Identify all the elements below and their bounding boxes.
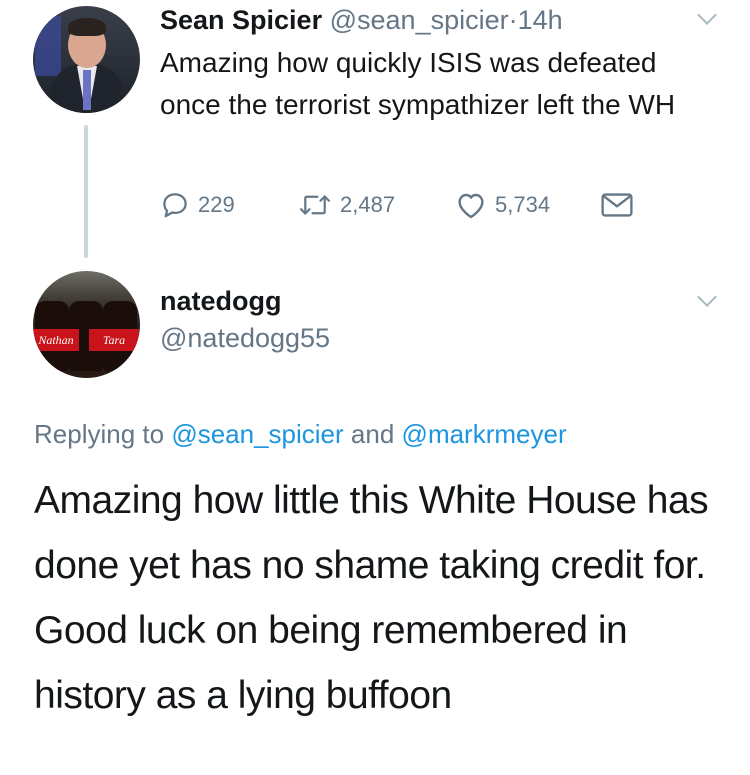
mention-link[interactable]: @markrmeyer [402, 419, 567, 449]
tweet-timestamp[interactable]: 14h [518, 5, 563, 35]
tweet-text: Amazing how quickly ISIS was defeated on… [160, 47, 676, 120]
thread-line [84, 125, 88, 258]
chevron-down-icon[interactable] [697, 5, 717, 25]
tweet-text: Amazing how little this White House has … [34, 479, 709, 717]
like-button[interactable]: 5,734 [455, 188, 550, 222]
tweet-header: Sean Spicier @sean_spicier·14h [160, 3, 563, 37]
separator-dot: · [508, 5, 518, 35]
reply-icon [160, 190, 190, 220]
avatar-hair [68, 18, 106, 36]
reply-tweet[interactable]: Nathan Tara natedogg @natedogg55 Replyin… [0, 262, 750, 775]
avatar[interactable] [33, 6, 140, 113]
retweet-icon [298, 190, 332, 220]
original-tweet[interactable]: Sean Spicier @sean_spicier·14h Amazing h… [0, 0, 750, 270]
avatar[interactable]: Nathan Tara [33, 271, 140, 378]
avatar-tie [83, 70, 91, 110]
replying-to: Replying to @sean_spicier and @markrmeye… [34, 417, 567, 451]
like-count: 5,734 [495, 192, 551, 217]
retweet-count: 2,487 [340, 192, 396, 217]
author-handle[interactable]: @natedogg55 [160, 321, 330, 355]
tweet-actions: 229 2,487 5,734 [160, 188, 660, 222]
replying-prefix: Replying to [34, 419, 165, 449]
chevron-down-icon[interactable] [697, 287, 717, 307]
reply-button[interactable]: 229 [160, 188, 235, 222]
replying-and: and [350, 419, 395, 449]
mention-link[interactable]: @sean_spicier [171, 419, 343, 449]
avatar-flag [35, 16, 61, 76]
avatar-label: Tara [89, 329, 139, 351]
reply-count: 229 [198, 192, 235, 217]
author-name[interactable]: Sean Spicier [160, 5, 322, 35]
envelope-icon [600, 191, 634, 219]
avatar-label: Nathan [33, 329, 79, 351]
heart-icon [455, 190, 487, 220]
direct-message-button[interactable] [600, 188, 634, 222]
retweet-button[interactable]: 2,487 [298, 188, 395, 222]
author-handle[interactable]: @sean_spicier [330, 5, 509, 35]
author-name[interactable]: natedogg [160, 284, 282, 318]
